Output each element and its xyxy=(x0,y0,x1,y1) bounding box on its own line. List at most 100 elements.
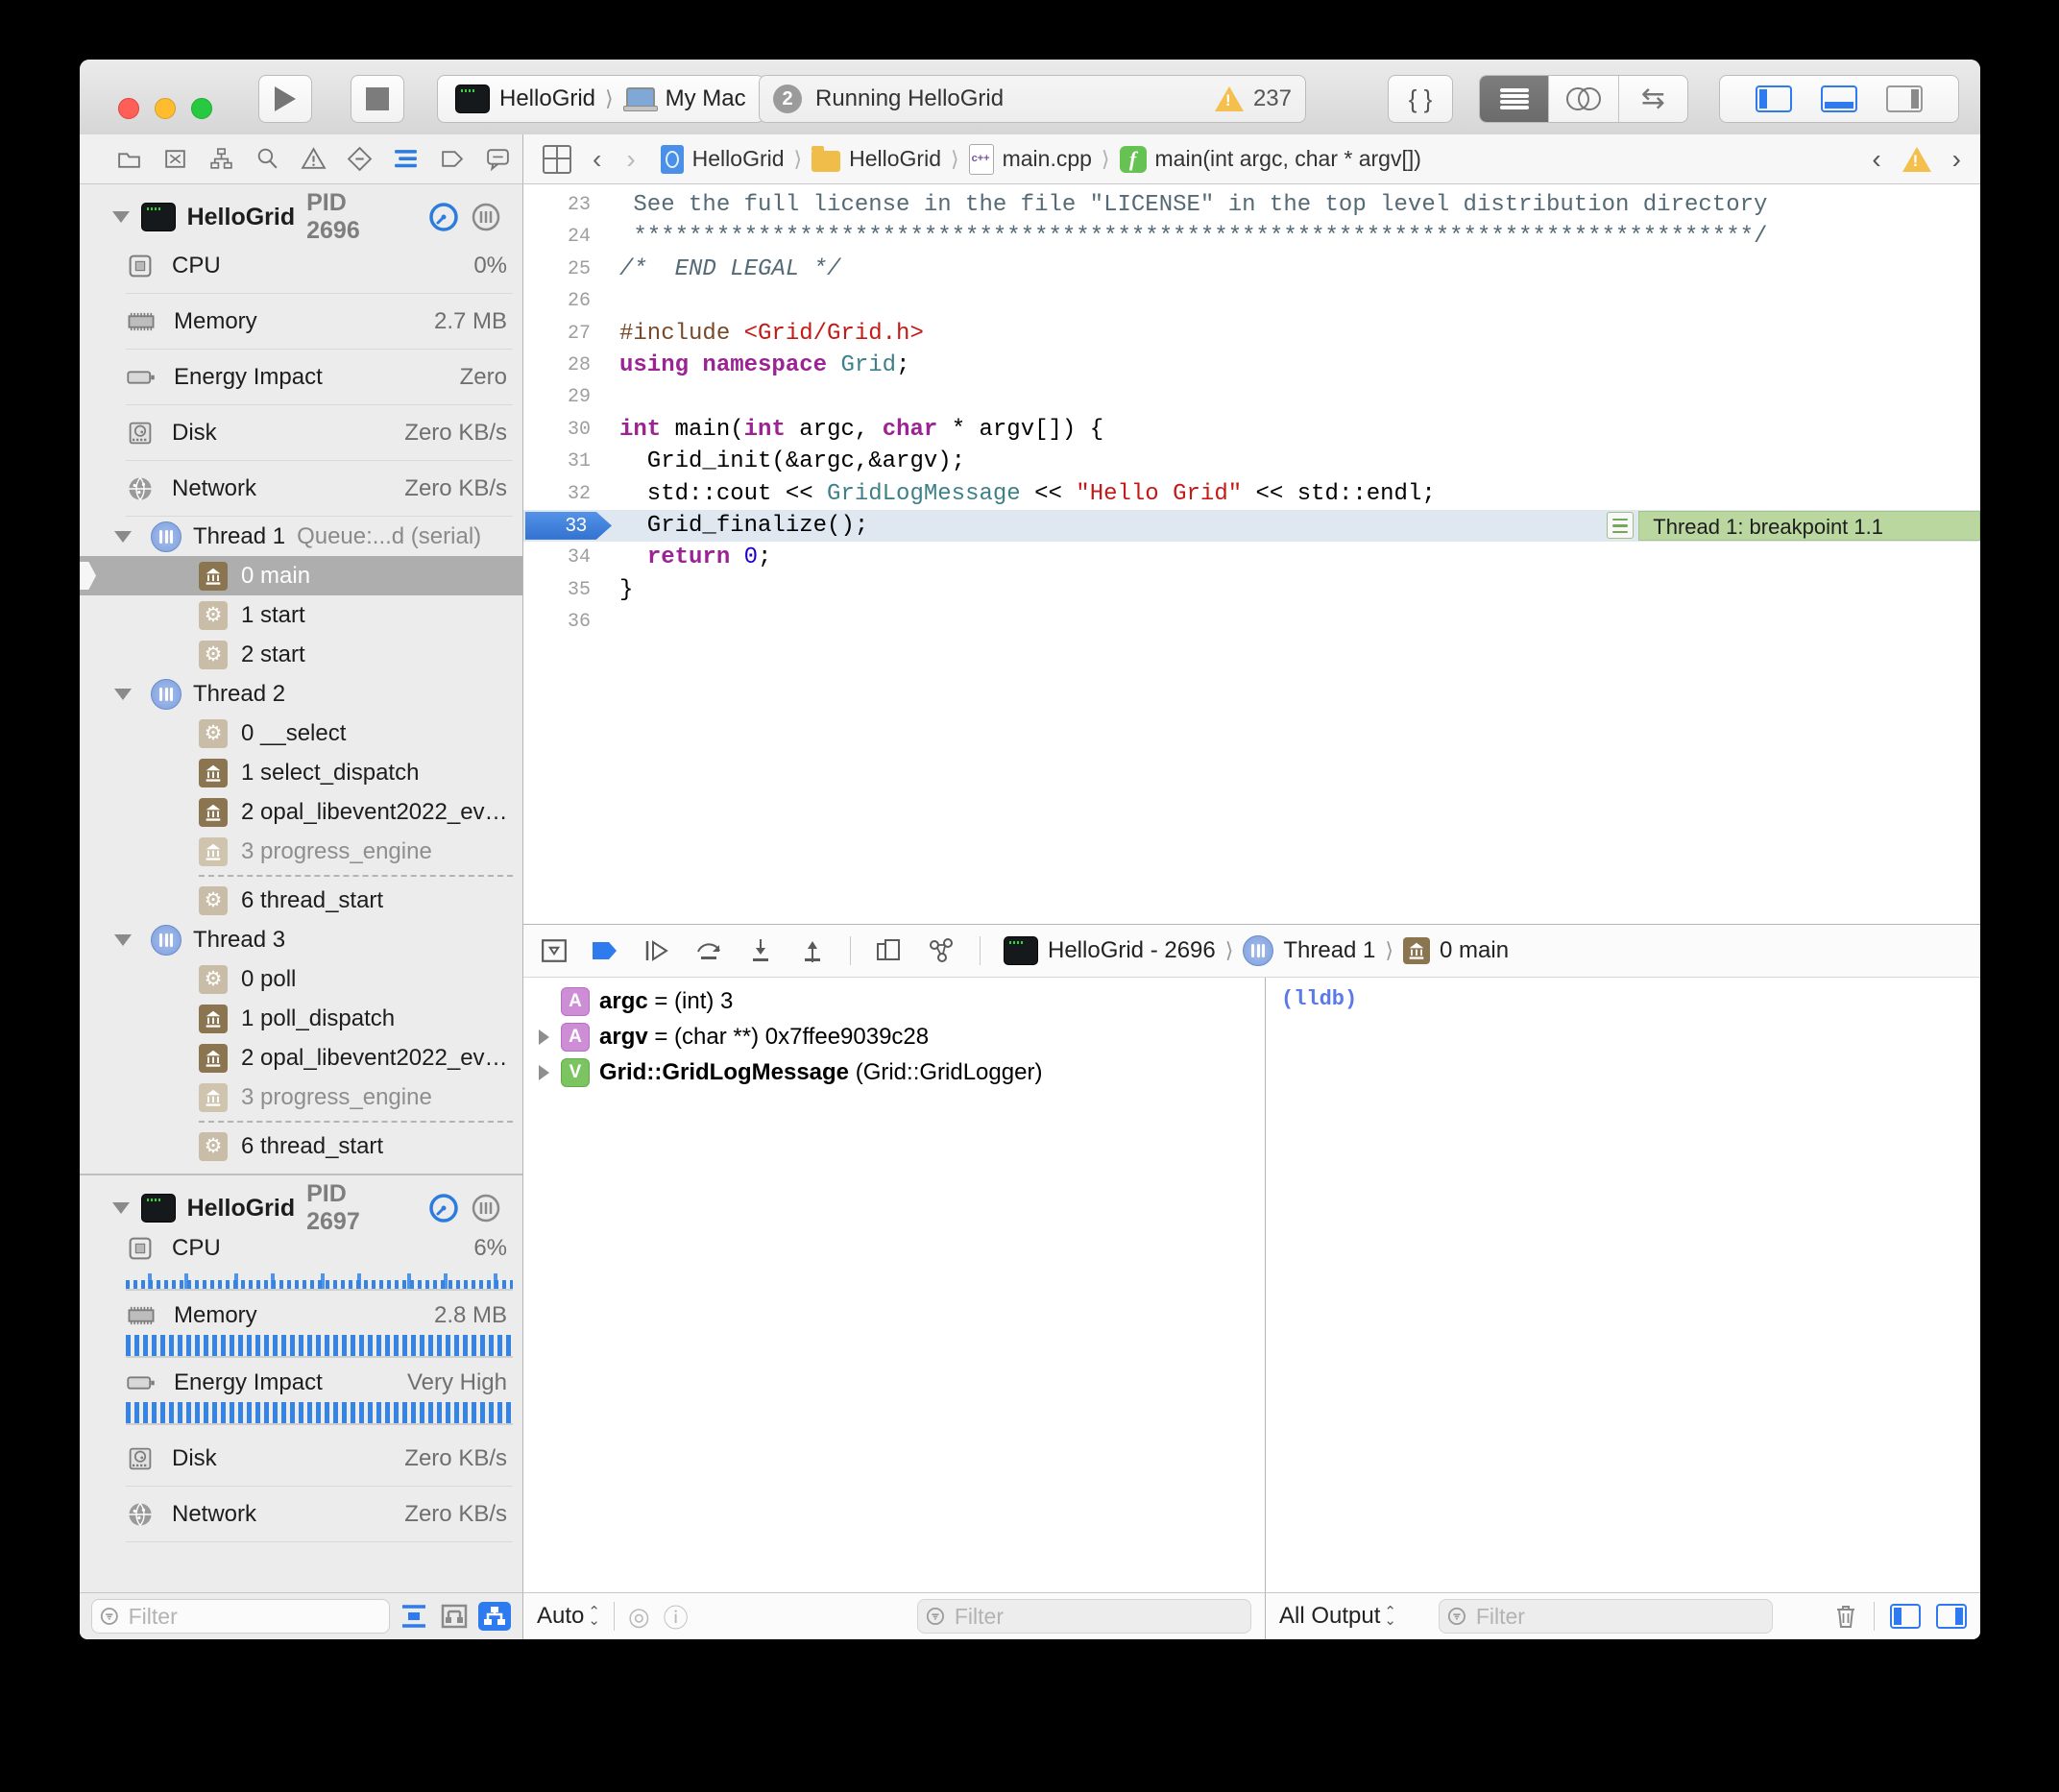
breadcrumb-process[interactable]: HelloGrid - 2696 xyxy=(1048,937,1216,964)
navigator-filter-input[interactable] xyxy=(127,1603,381,1631)
info-icon[interactable]: ⓘ xyxy=(664,1599,689,1635)
debug-navigator-icon[interactable] xyxy=(393,146,419,172)
stat-row-memory[interactable]: Memory2.8 MB xyxy=(126,1296,513,1335)
stop-button[interactable] xyxy=(351,75,404,123)
stack-frame-row[interactable]: 2 opal_libevent2022_ev… xyxy=(80,1038,522,1078)
stat-row-disk[interactable]: DiskZero KB/s xyxy=(126,405,513,461)
stat-row-network[interactable]: NetworkZero KB/s xyxy=(126,461,513,517)
performance-gauge-icon[interactable] xyxy=(428,1193,459,1223)
line-number[interactable]: 28 xyxy=(523,350,591,381)
standard-editor-button[interactable] xyxy=(1480,76,1549,122)
continue-button[interactable] xyxy=(642,937,671,964)
console-view[interactable]: (lldb) xyxy=(1266,978,1980,1592)
line-number[interactable]: 31 xyxy=(523,446,591,477)
variables-filter-input[interactable] xyxy=(953,1603,1243,1631)
back-button[interactable]: ‹ xyxy=(593,144,601,175)
performance-gauge-icon[interactable] xyxy=(428,202,459,232)
thread-row[interactable]: Thread 1Queue:...d (serial) xyxy=(80,517,522,556)
stack-frame-row[interactable]: 3 progress_engine xyxy=(80,832,522,871)
stat-row-memory[interactable]: Memory2.7 MB xyxy=(126,294,513,350)
variable-row[interactable]: Aargv = (char **) 0x7ffee9039c28 xyxy=(523,1019,1265,1054)
stack-frame-row[interactable]: ⚙0 poll xyxy=(80,959,522,999)
breadcrumb-thread[interactable]: Thread 1 xyxy=(1283,937,1375,964)
breakpoint-annotation[interactable]: Thread 1: breakpoint 1.1 xyxy=(1607,511,1980,541)
toggle-console-view-button[interactable] xyxy=(1936,1604,1967,1629)
stack-frame-row[interactable]: ⚙1 start xyxy=(80,595,522,635)
stack-frame-row[interactable]: 3 progress_engine xyxy=(80,1078,522,1117)
variable-row[interactable]: VGrid::GridLogMessage (Grid::GridLogger) xyxy=(523,1054,1265,1090)
breakpoint-indicator[interactable]: 33 xyxy=(525,512,612,540)
line-number[interactable]: 26 xyxy=(523,285,591,317)
quick-look-icon[interactable]: ◎ xyxy=(628,1602,650,1632)
disclosure-triangle-icon[interactable] xyxy=(112,211,130,223)
stack-frame-row[interactable]: 1 poll_dispatch xyxy=(80,999,522,1038)
reports-navigator-icon[interactable] xyxy=(485,146,511,172)
view-ui-hierarchy-button[interactable] xyxy=(438,1602,471,1631)
columns-icon[interactable] xyxy=(471,1193,501,1223)
version-editor-button[interactable]: ⇆ xyxy=(1619,76,1687,122)
disclosure-triangle-icon[interactable] xyxy=(112,1202,130,1214)
stack-frame-row[interactable]: ⚙6 thread_start xyxy=(80,1126,522,1166)
symbols-navigator-icon[interactable] xyxy=(208,146,234,172)
flatten-frames-button[interactable] xyxy=(398,1602,430,1631)
close-window-button[interactable] xyxy=(118,98,139,119)
view-debugger-button[interactable] xyxy=(874,937,903,964)
find-navigator-icon[interactable] xyxy=(254,146,280,172)
zoom-window-button[interactable] xyxy=(191,98,212,119)
stack-frame-row[interactable]: 1 select_dispatch xyxy=(80,753,522,792)
jumpbar-item-group[interactable]: HelloGrid xyxy=(849,146,941,172)
project-navigator-icon[interactable] xyxy=(116,146,142,172)
run-button[interactable] xyxy=(258,75,312,123)
variable-row[interactable]: Aargc = (int) 3 xyxy=(523,983,1265,1019)
disclosure-triangle-icon[interactable] xyxy=(539,1029,549,1045)
jumpbar-item-symbol[interactable]: main(int argc, char * argv[]) xyxy=(1155,146,1421,172)
toggle-navigator-button[interactable] xyxy=(1756,85,1792,112)
toggle-inspector-button[interactable] xyxy=(1886,85,1923,112)
thread-row[interactable]: Thread 2 xyxy=(80,674,522,714)
line-number[interactable]: 27 xyxy=(523,318,591,350)
issue-warning-icon[interactable] xyxy=(1902,147,1931,172)
line-number[interactable]: 29 xyxy=(523,381,591,413)
navigator-filter-field[interactable] xyxy=(91,1599,390,1634)
toggle-breakpoints-button[interactable] xyxy=(591,938,619,963)
stat-row-disk[interactable]: DiskZero KB/s xyxy=(126,1431,513,1487)
assistant-editor-button[interactable] xyxy=(1549,76,1618,122)
code-snippets-button[interactable]: { } xyxy=(1388,75,1453,123)
line-number[interactable]: 30 xyxy=(523,414,591,446)
issues-navigator-icon[interactable] xyxy=(301,146,327,172)
columns-icon[interactable] xyxy=(471,202,501,232)
scheme-selector[interactable]: HelloGrid ⟩ My Mac xyxy=(437,75,764,123)
thread-row[interactable]: Thread 3 xyxy=(80,920,522,959)
line-number[interactable]: 34 xyxy=(523,542,591,573)
variables-scope-select[interactable]: Auto ⌃⌄ xyxy=(537,1603,600,1630)
console-filter-input[interactable] xyxy=(1474,1603,1764,1631)
console-output-select[interactable]: All Output ⌃⌄ xyxy=(1279,1603,1396,1630)
breakpoints-navigator-icon[interactable] xyxy=(439,146,465,172)
stack-frame-row[interactable]: ⚙0 __select xyxy=(80,714,522,753)
line-number[interactable]: 32 xyxy=(523,478,591,510)
activity-view[interactable]: 2 Running HelloGrid 237 xyxy=(759,75,1306,123)
related-items-icon[interactable] xyxy=(543,145,571,174)
stat-row-energy-impact[interactable]: Energy ImpactVery High xyxy=(126,1364,513,1402)
breadcrumb-frame[interactable]: 0 main xyxy=(1440,937,1509,964)
line-number[interactable]: 24 xyxy=(523,221,591,253)
step-out-button[interactable] xyxy=(798,937,827,964)
line-number[interactable]: 36 xyxy=(523,606,591,638)
jumpbar-item-project[interactable]: HelloGrid xyxy=(692,146,785,172)
line-number[interactable]: 35 xyxy=(523,574,591,606)
stat-row-network[interactable]: NetworkZero KB/s xyxy=(126,1487,513,1542)
source-control-navigator-icon[interactable] xyxy=(162,146,188,172)
step-into-button[interactable] xyxy=(746,937,775,964)
process-header[interactable]: HelloGridPID 2696 xyxy=(80,196,522,238)
minimize-window-button[interactable] xyxy=(155,98,176,119)
show-threads-button[interactable] xyxy=(478,1602,511,1631)
previous-issue-button[interactable]: ‹ xyxy=(1872,144,1880,175)
variables-view[interactable]: Aargc = (int) 3Aargv = (char **) 0x7ffee… xyxy=(523,978,1266,1592)
hide-debug-area-button[interactable] xyxy=(541,937,568,964)
console-filter-field[interactable] xyxy=(1439,1599,1773,1634)
line-number[interactable]: 25 xyxy=(523,254,591,285)
jumpbar-item-file[interactable]: main.cpp xyxy=(1003,146,1092,172)
disclosure-triangle-icon[interactable] xyxy=(114,531,132,543)
disclosure-triangle-icon[interactable] xyxy=(114,689,132,700)
stack-frame-row[interactable]: 2 opal_libevent2022_ev… xyxy=(80,792,522,832)
